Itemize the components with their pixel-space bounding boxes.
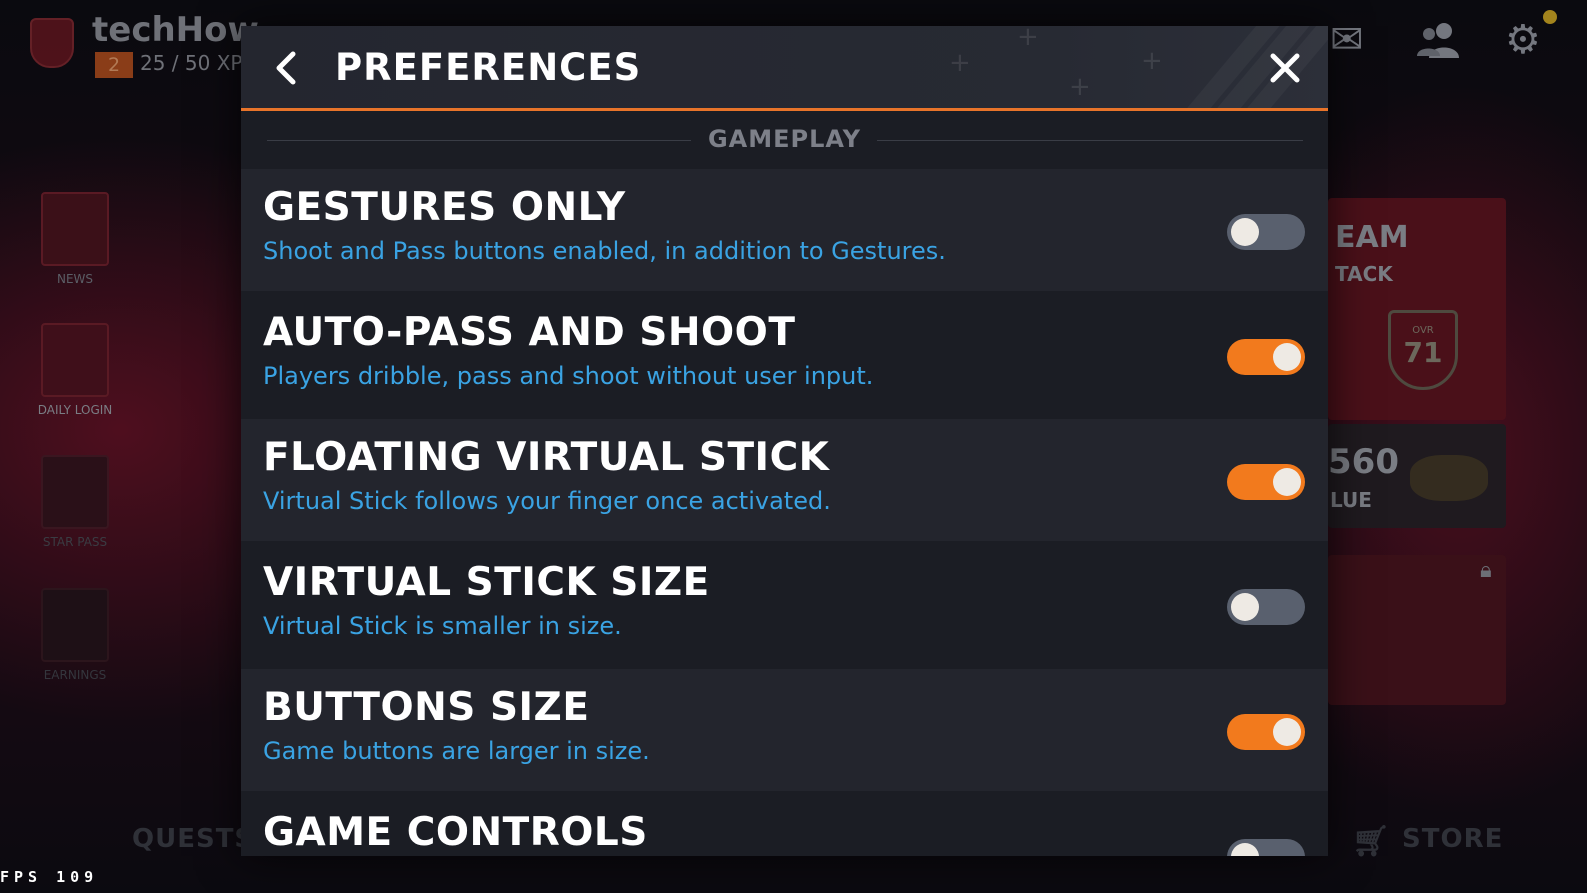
setting-row-auto-pass-and-shoot: AUTO-PASS AND SHOOT Players dribble, pas… bbox=[241, 294, 1328, 416]
chevron-left-icon bbox=[276, 51, 296, 85]
section-label: GAMEPLAY bbox=[707, 125, 862, 153]
calendar-check-icon bbox=[41, 323, 109, 397]
fps-counter: FPS 109 bbox=[0, 868, 99, 886]
header-decoration: + bbox=[1141, 46, 1163, 76]
modal-title: PREFERENCES bbox=[335, 46, 642, 89]
setting-title: GAME CONTROLS bbox=[263, 810, 648, 855]
close-icon bbox=[1270, 53, 1300, 83]
sidebar-label: STAR PASS bbox=[42, 535, 108, 549]
setting-row-gestures-only: GESTURES ONLY Shoot and Pass buttons ena… bbox=[241, 169, 1328, 291]
sidebar-label: NEWS bbox=[56, 272, 94, 286]
lock-icon: 🔒︎ bbox=[1480, 558, 1492, 583]
setting-title: AUTO-PASS AND SHOOT bbox=[263, 310, 796, 355]
ovr-shield-icon: OVR 71 bbox=[1388, 310, 1458, 390]
gestures-only-toggle[interactable] bbox=[1227, 214, 1305, 250]
ovr-value: 71 bbox=[1403, 336, 1443, 369]
setting-description: Virtual Stick follows your finger once a… bbox=[263, 487, 831, 515]
game-controls-toggle[interactable] bbox=[1227, 839, 1305, 856]
team-card-subtitle: TACK bbox=[1335, 262, 1393, 286]
toggle-knob bbox=[1273, 343, 1301, 371]
value-amount: 560 bbox=[1328, 442, 1399, 482]
back-button[interactable] bbox=[271, 46, 311, 90]
setting-title: FLOATING VIRTUAL STICK bbox=[263, 435, 830, 480]
value-label: LUE bbox=[1330, 488, 1372, 512]
cart-icon: 🛒︎ bbox=[1352, 824, 1392, 859]
sidebar-item-earnings[interactable]: EARNINGS bbox=[20, 588, 130, 682]
close-button[interactable] bbox=[1263, 46, 1307, 90]
floating-virtual-stick-toggle[interactable] bbox=[1227, 464, 1305, 500]
news-icon bbox=[41, 192, 109, 266]
notification-dot bbox=[1543, 10, 1557, 24]
coins-icon bbox=[1410, 455, 1488, 501]
star-icon bbox=[41, 455, 109, 529]
toggle-knob bbox=[1231, 218, 1259, 246]
nav-quests[interactable]: QUESTS bbox=[132, 824, 254, 854]
club-crest bbox=[30, 18, 74, 68]
mail-icon[interactable]: ✉ bbox=[1330, 20, 1364, 60]
toggle-knob bbox=[1273, 718, 1301, 746]
setting-row-buttons-size: BUTTONS SIZE Game buttons are larger in … bbox=[241, 669, 1328, 791]
auto-pass-and-shoot-toggle[interactable] bbox=[1227, 339, 1305, 375]
toggle-knob bbox=[1231, 843, 1259, 856]
friends-icon[interactable] bbox=[1414, 20, 1464, 67]
setting-title: VIRTUAL STICK SIZE bbox=[263, 560, 710, 605]
setting-title: GESTURES ONLY bbox=[263, 185, 626, 230]
settings-gear-icon[interactable]: ⚙ bbox=[1505, 20, 1541, 60]
section-header-gameplay: GAMEPLAY bbox=[241, 111, 1328, 169]
setting-description: Game buttons are larger in size. bbox=[263, 737, 650, 765]
setting-description: Shoot and Pass buttons enabled, in addit… bbox=[263, 237, 946, 265]
header-decoration: + bbox=[1069, 72, 1091, 102]
ovr-label: OVR bbox=[1412, 325, 1434, 336]
setting-row-floating-virtual-stick: FLOATING VIRTUAL STICK Virtual Stick fol… bbox=[241, 419, 1328, 541]
earnings-icon bbox=[41, 588, 109, 662]
setting-row-virtual-stick-size: VIRTUAL STICK SIZE Virtual Stick is smal… bbox=[241, 544, 1328, 666]
buttons-size-toggle[interactable] bbox=[1227, 714, 1305, 750]
sidebar-item-news[interactable]: NEWS bbox=[20, 192, 130, 286]
user-name: techHow bbox=[92, 10, 259, 50]
modal-header: + + + + PREFERENCES bbox=[241, 26, 1328, 111]
sidebar-item-star-pass[interactable]: STAR PASS bbox=[20, 455, 130, 549]
toggle-knob bbox=[1231, 593, 1259, 621]
setting-description: Players dribble, pass and shoot without … bbox=[263, 362, 874, 390]
level-badge: 2 bbox=[95, 52, 133, 78]
sidebar-label: EARNINGS bbox=[43, 668, 107, 682]
nav-store[interactable]: STORE bbox=[1402, 824, 1503, 854]
sidebar-label: DAILY LOGIN bbox=[37, 403, 113, 417]
sidebar-item-daily-login[interactable]: DAILY LOGIN bbox=[20, 323, 130, 417]
setting-description: Virtual Stick is smaller in size. bbox=[263, 612, 622, 640]
setting-title: BUTTONS SIZE bbox=[263, 685, 590, 730]
header-decoration: + bbox=[1017, 26, 1039, 52]
toggle-knob bbox=[1273, 468, 1301, 496]
team-card-title: EAM bbox=[1335, 220, 1409, 255]
virtual-stick-size-toggle[interactable] bbox=[1227, 589, 1305, 625]
xp-progress: 25 / 50 XP bbox=[140, 51, 243, 75]
setting-row-game-controls: GAME CONTROLS bbox=[241, 794, 1328, 856]
header-decoration: + bbox=[949, 48, 971, 78]
preferences-modal: + + + + PREFERENCES GAMEPLAY GESTURES ON… bbox=[241, 26, 1328, 856]
